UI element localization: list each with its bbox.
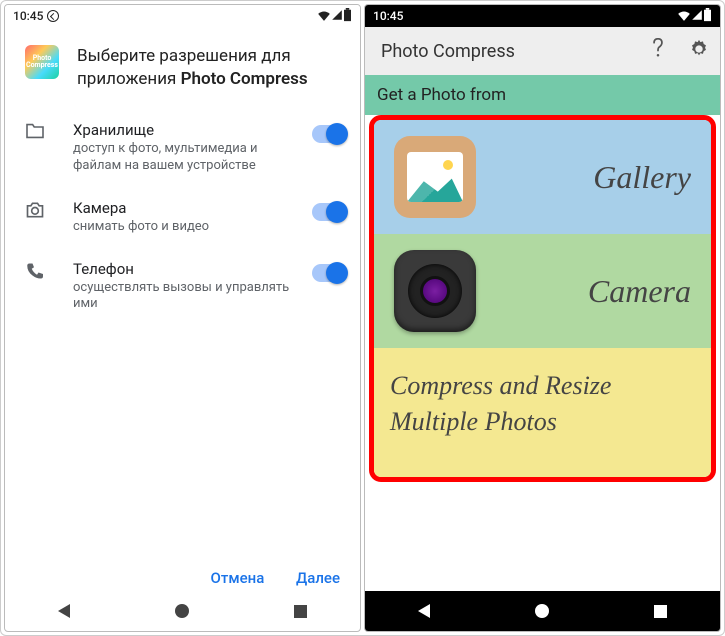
nav-home-icon[interactable] <box>175 604 189 618</box>
permission-title: Выберите разрешения для приложения Photo… <box>77 45 340 91</box>
nav-recent-icon[interactable] <box>654 605 667 618</box>
nav-home-icon[interactable] <box>535 604 549 618</box>
permission-actions: Отмена Далее <box>183 569 340 587</box>
option-gallery[interactable]: Gallery <box>374 120 711 234</box>
app-title: Photo Compress <box>381 41 515 62</box>
battery-icon <box>343 8 352 25</box>
status-bar: 10:45 <box>5 5 360 27</box>
permission-desc-phone: осуществлять вызовы и управлять ими <box>73 280 302 314</box>
toggle-camera[interactable] <box>312 203 346 221</box>
phone-icon <box>25 262 47 284</box>
option-camera[interactable]: Camera <box>374 234 711 348</box>
multiple-label: Compress and Resize Multiple Photos <box>390 368 695 441</box>
nav-bar <box>365 591 720 631</box>
camera-label: Camera <box>476 273 691 310</box>
gallery-label: Gallery <box>476 159 691 196</box>
cancel-button[interactable]: Отмена <box>211 569 265 587</box>
status-time: 10:45 <box>373 9 403 23</box>
battery-icon <box>703 8 712 25</box>
toggle-phone[interactable] <box>312 264 346 282</box>
permission-title-camera: Камера <box>73 199 302 217</box>
status-time: 10:45 <box>13 9 43 23</box>
option-multiple[interactable]: Compress and Resize Multiple Photos <box>374 348 711 477</box>
next-button[interactable]: Далее <box>296 569 340 587</box>
phone-app: 10:45 Photo Compress Get a Photo from Ga… <box>364 4 721 632</box>
signal-icon <box>331 9 343 24</box>
app-header: Photo Compress <box>365 27 720 75</box>
nav-recent-icon[interactable] <box>294 605 307 618</box>
permission-title-phone: Телефон <box>73 260 302 278</box>
gallery-icon <box>394 136 476 218</box>
folder-icon <box>25 123 47 143</box>
help-icon[interactable] <box>648 38 668 64</box>
gear-icon[interactable] <box>688 38 710 64</box>
camera-app-icon <box>394 250 476 332</box>
permission-title-storage: Хранилище <box>73 121 302 139</box>
permission-desc-camera: снимать фото и видео <box>73 219 302 236</box>
permission-header: Photo Compress Выберите разрешения для п… <box>5 27 360 99</box>
get-from-label: Get a Photo from <box>365 75 720 115</box>
nav-bar <box>5 591 360 631</box>
permission-title-app: Photo Compress <box>181 69 308 89</box>
source-options-highlight: Gallery Camera Compress and Resize Multi… <box>369 115 716 482</box>
signal-icon <box>691 9 703 24</box>
permission-desc-storage: доступ к фото, мультимедиа и файлам на в… <box>73 141 302 175</box>
toggle-storage[interactable] <box>312 125 346 143</box>
permission-item-phone: Телефон осуществлять вызовы и управлять … <box>25 248 352 326</box>
camera-icon <box>25 201 47 223</box>
app-icon: Photo Compress <box>25 45 59 79</box>
phone-permissions: 10:45 Photo Compress Выберите разрешения… <box>4 4 361 632</box>
permission-item-storage: Хранилище доступ к фото, мультимедиа и ф… <box>25 109 352 187</box>
status-bar: 10:45 <box>365 5 720 27</box>
wifi-icon <box>317 9 331 24</box>
nav-back-icon[interactable] <box>418 604 430 618</box>
wifi-icon <box>677 9 691 24</box>
permission-list: Хранилище доступ к фото, мультимедиа и ф… <box>5 99 360 325</box>
permission-item-camera: Камера снимать фото и видео <box>25 187 352 248</box>
nav-back-icon[interactable] <box>58 604 70 618</box>
rotation-lock-icon <box>47 10 59 22</box>
